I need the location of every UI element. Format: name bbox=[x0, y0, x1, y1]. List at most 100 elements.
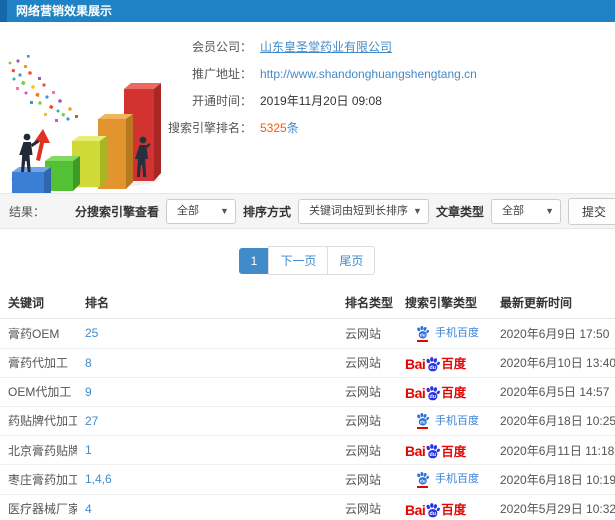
baidu-paw-icon: du bbox=[415, 412, 430, 429]
table-row: 枣庄膏药加工 1,4,6 云网站 du 手机百度 2020年6月18日 10:19 bbox=[0, 464, 615, 495]
info-section: 会员公司： 山东皇圣堂药业有限公司推广地址： http://www.shandong… bbox=[0, 22, 615, 202]
svg-text:du: du bbox=[430, 394, 436, 400]
rank-type-cell: 云网站 bbox=[337, 377, 397, 407]
engine-filter-select[interactable]: 全部 ▼ bbox=[165, 198, 236, 224]
mobile-baidu-label: 手机百度 bbox=[435, 327, 479, 339]
rank-cell: 1 bbox=[77, 435, 337, 465]
keyword-cell: 北京膏药贴牌 bbox=[0, 435, 77, 465]
col-header-updated: 最新更新时间 bbox=[492, 287, 615, 319]
svg-text:du: du bbox=[430, 511, 436, 517]
baidu-paw-icon: du bbox=[426, 356, 441, 371]
engine-cell: du 手机百度 bbox=[397, 464, 492, 495]
table-row: 膏药代加工 8 云网站 Bai du 百度 2020年6月10日 13:40 bbox=[0, 348, 615, 378]
info-row: 会员公司： 山东皇圣堂药业有限公司 bbox=[160, 38, 477, 55]
baidu-logo-bai: Bai bbox=[405, 355, 426, 372]
info-field-value: 山东皇圣堂药业有限公司 bbox=[252, 38, 392, 55]
updated-cell: 2020年6月5日 14:57 bbox=[492, 377, 615, 407]
engine-cell: Bai du 百度 bbox=[397, 348, 492, 378]
baidu-paw-icon: du bbox=[426, 502, 441, 517]
info-field-label: 开通时间： bbox=[191, 94, 252, 108]
baidu-logo-bai: Bai bbox=[405, 501, 426, 518]
rank-link[interactable]: 1 bbox=[85, 443, 92, 457]
info-field-label: 搜索引擎排名： bbox=[167, 121, 252, 135]
baidu-paw-icon: du bbox=[415, 325, 430, 342]
engine-cell: Bai du 百度 bbox=[397, 377, 492, 407]
engine-cell: du 手机百度 bbox=[397, 406, 492, 436]
table-row: 医疗器械厂家 4 云网站 Bai du 百度 2020年5月29日 10:32 bbox=[0, 494, 615, 520]
baidu-logo: Bai du 百度 bbox=[405, 383, 466, 400]
table-row: 北京膏药贴牌 1 云网站 Bai du 百度 2020年6月11日 11:18 bbox=[0, 435, 615, 465]
updated-cell: 2020年6月9日 17:50 bbox=[492, 318, 615, 349]
svg-text:du: du bbox=[420, 332, 426, 337]
sort-select[interactable]: 关键词由短到长排序 ▼ bbox=[297, 198, 429, 224]
red-underline bbox=[417, 485, 428, 488]
bar-chart-3d-image bbox=[8, 55, 161, 202]
table-row: OEM代加工 9 云网站 Bai du 百度 2020年6月5日 14:57 bbox=[0, 377, 615, 407]
filter-controls: 分搜索引擎查看 全部 ▼ 排序方式 关键词由短到长排序 ▼ 文章类型 全部 ▼ … bbox=[75, 197, 615, 225]
pagination: 1 下一页 尾页 bbox=[0, 246, 615, 275]
info-fields: 会员公司： 山东皇圣堂药业有限公司推广地址： http://www.shandong… bbox=[160, 38, 477, 146]
article-type-value: 全部 bbox=[501, 204, 524, 217]
article-type-select[interactable]: 全部 ▼ bbox=[490, 198, 561, 224]
page-title: 网络营销效果展示 bbox=[16, 4, 113, 18]
rank-cell: 8 bbox=[77, 348, 337, 378]
engine-cell: du 手机百度 bbox=[397, 318, 492, 349]
keyword-cell: 膏药代加工 bbox=[0, 348, 77, 378]
col-header-rank: 排名 bbox=[77, 287, 337, 319]
baidu-paw-icon: du bbox=[424, 502, 441, 519]
baidu-logo-cn: 百度 bbox=[441, 503, 467, 517]
baidu-logo-cn: 百度 bbox=[441, 357, 467, 371]
submit-button[interactable]: 提交 bbox=[567, 197, 615, 225]
updated-cell: 2020年6月11日 11:18 bbox=[492, 435, 615, 465]
article-type-label: 文章类型 bbox=[435, 204, 484, 219]
table-row: 膏药OEM 25 云网站 du 手机百度 2020年6月9日 17:50 bbox=[0, 318, 615, 349]
sort-label: 排序方式 bbox=[242, 204, 291, 219]
baidu-paw-icon: du bbox=[417, 412, 430, 426]
rank-link[interactable]: 1,4,6 bbox=[85, 472, 112, 486]
mobile-baidu-logo: du 手机百度 bbox=[405, 324, 479, 342]
engine-cell: Bai du 百度 bbox=[397, 494, 492, 520]
rank-type-cell: 云网站 bbox=[337, 348, 397, 378]
marketing-chart-illustration bbox=[0, 27, 170, 202]
baidu-logo-bai: Bai bbox=[405, 443, 426, 459]
info-field-label: 会员公司： bbox=[191, 40, 252, 54]
baidu-logo-bai: Bai bbox=[405, 384, 426, 401]
baidu-paw-icon: du bbox=[415, 471, 430, 488]
rank-link[interactable]: 25 bbox=[85, 326, 98, 340]
page-current[interactable]: 1 bbox=[238, 247, 270, 274]
keyword-cell: 医疗器械厂家 bbox=[0, 494, 77, 520]
rank-link[interactable]: 27 bbox=[85, 414, 98, 428]
rank-link[interactable]: 8 bbox=[85, 356, 92, 370]
svg-text:du: du bbox=[430, 452, 436, 458]
baidu-paw-icon: du bbox=[417, 325, 430, 338]
svg-text:du: du bbox=[420, 478, 426, 483]
titlebar: 网络营销效果展示 bbox=[0, 0, 615, 22]
baidu-logo: Bai du 百度 bbox=[405, 500, 466, 517]
baidu-logo-cn: 百度 bbox=[441, 386, 467, 400]
col-header-engine-type: 搜索引擎类型 bbox=[397, 287, 492, 319]
svg-text:du: du bbox=[420, 420, 426, 425]
promo-url-link[interactable]: http://www.shandonghuangshengtang.cn bbox=[260, 67, 477, 81]
info-row: 开通时间： 2019年11月20日 09:08 bbox=[160, 92, 477, 108]
rank-count-value: 5325 bbox=[260, 121, 287, 135]
info-row: 搜索引擎排名： 5325条 bbox=[160, 119, 477, 136]
company-link[interactable]: 山东皇圣堂药业有限公司 bbox=[260, 40, 392, 54]
keyword-cell: 药贴牌代加工 bbox=[0, 406, 77, 436]
rank-cell: 27 bbox=[77, 406, 337, 436]
page-last[interactable]: 尾页 bbox=[327, 246, 376, 275]
rank-link[interactable]: 4 bbox=[85, 502, 92, 516]
mobile-baidu-label: 手机百度 bbox=[435, 473, 479, 485]
baidu-paw-icon: du bbox=[424, 356, 441, 373]
titlebar-accent-strip bbox=[0, 0, 7, 22]
rank-type-cell: 云网站 bbox=[337, 435, 397, 465]
rank-link[interactable]: 9 bbox=[85, 385, 92, 399]
rank-cell: 9 bbox=[77, 377, 337, 407]
page-next[interactable]: 下一页 bbox=[268, 246, 329, 275]
info-row: 推广地址： http://www.shandonghuangshengtang.c… bbox=[160, 65, 477, 81]
mobile-baidu-label: 手机百度 bbox=[435, 414, 479, 427]
updated-cell: 2020年6月10日 13:40 bbox=[492, 348, 615, 378]
keyword-rank-table: 关键词 排名 排名类型 搜索引擎类型 最新更新时间 膏药OEM 25 云网站 du 手机… bbox=[0, 287, 615, 520]
red-underline bbox=[417, 339, 428, 342]
info-field-value: 5325条 bbox=[252, 119, 299, 136]
engine-filter-value: 全部 bbox=[176, 204, 199, 217]
